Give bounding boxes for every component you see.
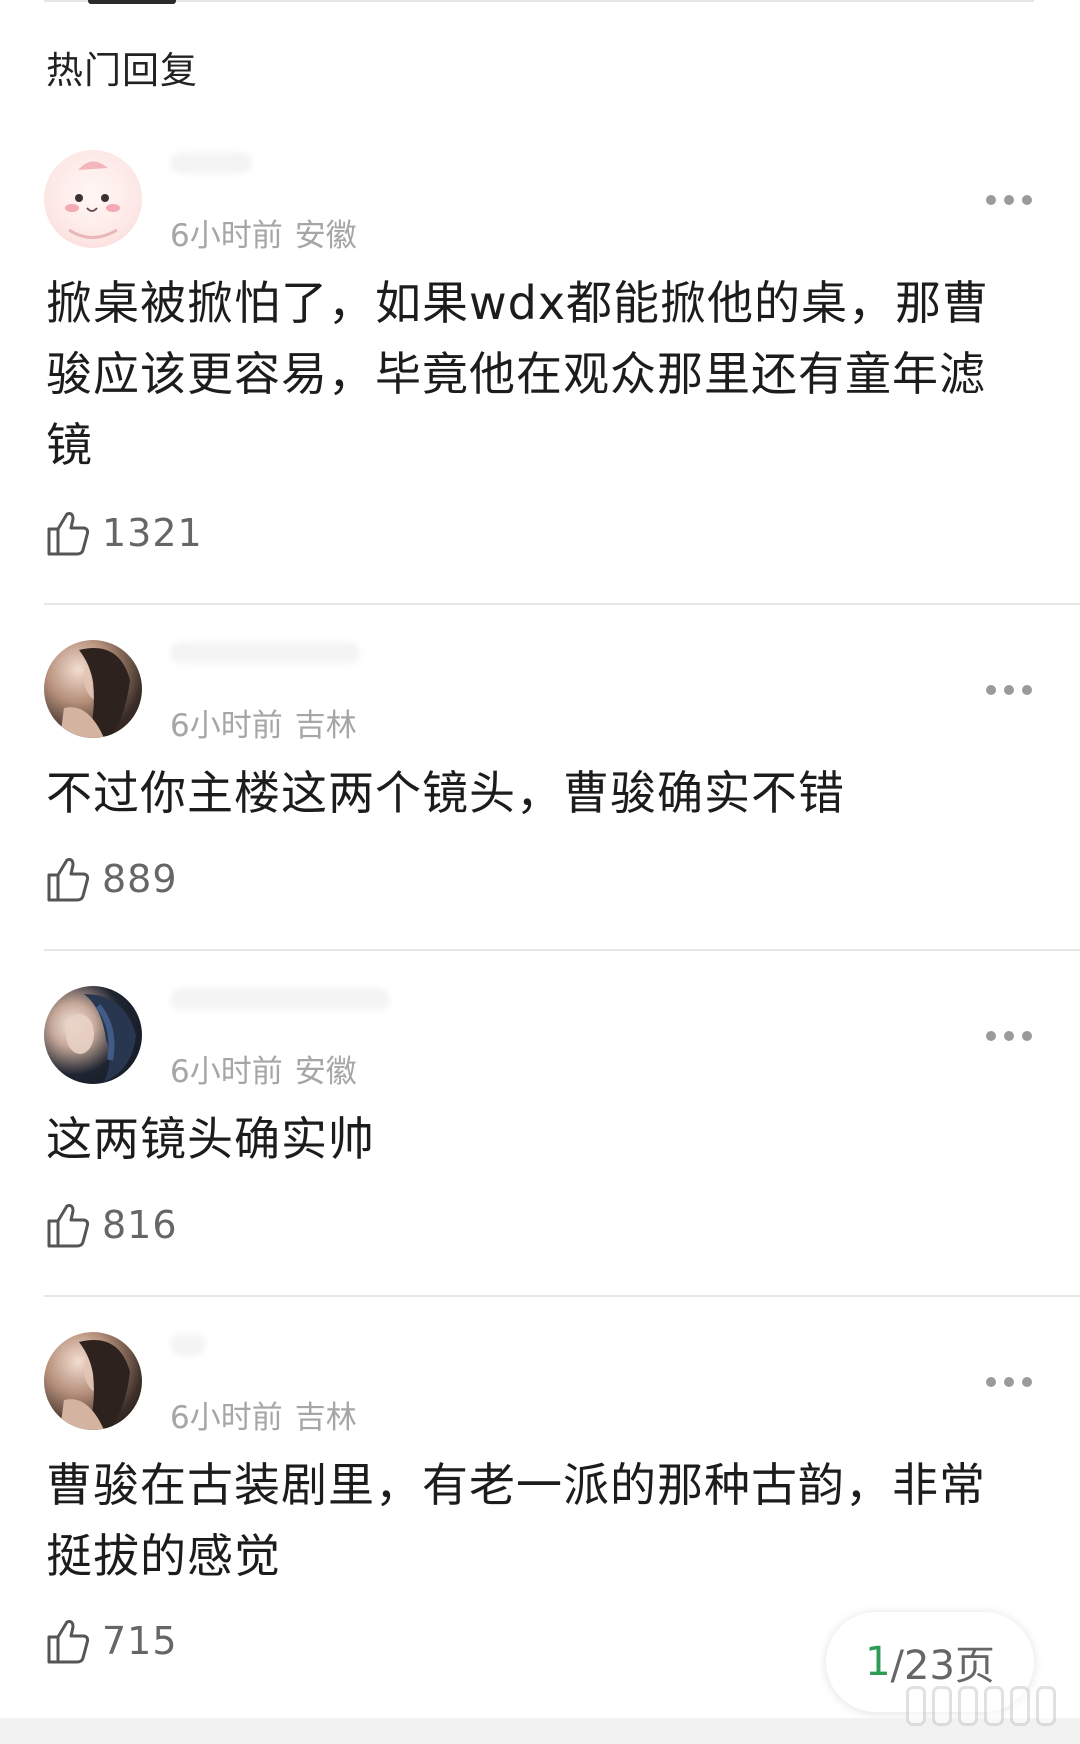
top-divider: [44, 0, 1034, 2]
comment-text: 这两镜头确实帅: [46, 1112, 375, 1166]
like-count: 715: [102, 1619, 178, 1663]
more-dots-icon[interactable]: [986, 1376, 1032, 1388]
thumbs-up-icon: [47, 1620, 90, 1664]
tab-indicator: [88, 0, 176, 4]
thumbs-up-icon: [47, 858, 90, 902]
comment-location: 安徽: [294, 1054, 357, 1090]
comment-time: 6小时前: [170, 218, 283, 254]
more-dots-icon[interactable]: [986, 1030, 1032, 1042]
comment-time: 6小时前: [170, 1400, 283, 1436]
comment-location: 安徽: [294, 218, 357, 254]
comment-text: 不过你主楼这两个镜头，曹骏确实不错: [46, 766, 845, 820]
comment-time: 6小时前: [170, 1054, 283, 1090]
more-dots-icon[interactable]: [986, 684, 1032, 696]
comment-meta: 6小时前 安徽: [170, 210, 357, 255]
like-button[interactable]: 1321: [46, 508, 203, 558]
username-blurred[interactable]: [170, 642, 360, 664]
comment-divider: [44, 1295, 1080, 1297]
avatar[interactable]: [44, 1332, 142, 1430]
like-button[interactable]: 889: [46, 854, 178, 904]
username-blurred[interactable]: [170, 152, 252, 174]
like-button[interactable]: 816: [46, 1200, 178, 1250]
avatar-photo-icon: [60, 1340, 130, 1430]
comment-meta: 6小时前 安徽: [170, 1046, 357, 1091]
username-blurred[interactable]: [170, 988, 390, 1010]
comment-divider: [44, 603, 1080, 605]
comment-location: 吉林: [294, 708, 357, 744]
like-count: 816: [102, 1203, 178, 1247]
thumbs-up-icon: [47, 512, 90, 556]
more-dots-icon[interactable]: [986, 194, 1032, 206]
thumbs-up-icon: [47, 1204, 90, 1248]
section-title: 热门回复: [46, 49, 198, 92]
avatar-cartoon-icon: [65, 161, 120, 239]
watermark-icon: [906, 1686, 1056, 1726]
like-button[interactable]: 715: [46, 1616, 178, 1666]
comment-location: 吉林: [294, 1400, 357, 1436]
like-count: 889: [102, 857, 178, 901]
avatar[interactable]: [44, 640, 142, 738]
avatar[interactable]: [44, 986, 142, 1084]
comment-text: 掀桌被掀怕了，如果wdx都能掀他的桌，那曹骏应该更容易，毕竟他在观众那里还有童年…: [46, 276, 990, 472]
comment-meta: 6小时前 吉林: [170, 700, 357, 745]
username-blurred[interactable]: [170, 1334, 206, 1356]
like-count: 1321: [102, 511, 203, 555]
comment-time: 6小时前: [170, 708, 283, 744]
comment-divider: [44, 949, 1080, 951]
comment-text: 曹骏在古装剧里，有老一派的那种古韵，非常挺拔的感觉: [46, 1458, 986, 1583]
comment-meta: 6小时前 吉林: [170, 1392, 357, 1437]
current-page: 1: [865, 1639, 891, 1685]
total-pages: /23页: [890, 1643, 995, 1689]
avatar-photo-icon: [66, 994, 136, 1082]
avatar-photo-icon: [60, 648, 130, 738]
avatar[interactable]: [44, 150, 142, 248]
